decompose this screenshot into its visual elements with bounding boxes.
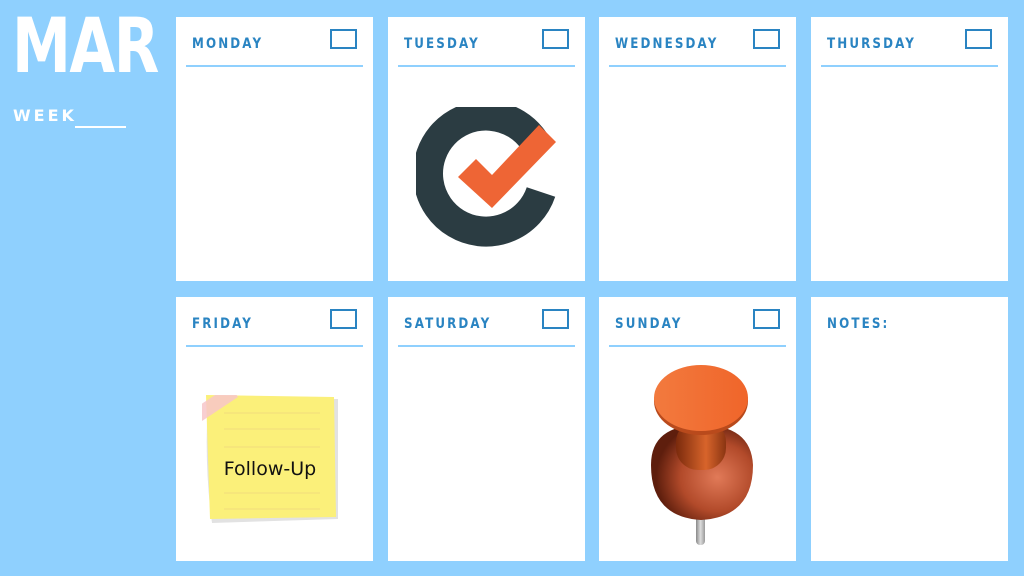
notes-card[interactable]: NOTES: bbox=[811, 297, 1008, 561]
month-title: MAR bbox=[12, 1, 159, 90]
day-label: SUNDAY bbox=[615, 316, 683, 332]
day-checkbox[interactable] bbox=[965, 29, 992, 49]
day-card-friday[interactable]: FRIDAY Follow-Up bbox=[176, 297, 373, 561]
divider bbox=[398, 65, 575, 67]
day-label: WEDNESDAY bbox=[615, 36, 719, 52]
divider bbox=[398, 345, 575, 347]
notes-label: NOTES: bbox=[827, 316, 890, 332]
day-checkbox[interactable] bbox=[753, 309, 780, 329]
day-label: MONDAY bbox=[192, 36, 264, 52]
sticky-note-text: Follow-Up bbox=[223, 458, 317, 480]
divider bbox=[609, 345, 786, 347]
week-number-blank[interactable] bbox=[75, 126, 126, 128]
day-card-wednesday[interactable]: WEDNESDAY bbox=[599, 17, 796, 281]
day-label: THURSDAY bbox=[827, 36, 917, 52]
week-label: WEEK bbox=[13, 106, 77, 125]
divider bbox=[186, 345, 363, 347]
day-card-tuesday[interactable]: TUESDAY bbox=[388, 17, 585, 281]
day-checkbox[interactable] bbox=[330, 309, 357, 329]
divider bbox=[609, 65, 786, 67]
day-checkbox[interactable] bbox=[330, 29, 357, 49]
day-card-sunday[interactable]: SUNDAY bbox=[599, 297, 796, 561]
sticky-note-icon: Follow-Up bbox=[202, 395, 338, 525]
day-checkbox[interactable] bbox=[753, 29, 780, 49]
day-checkbox[interactable] bbox=[542, 29, 569, 49]
day-checkbox[interactable] bbox=[542, 309, 569, 329]
divider bbox=[186, 65, 363, 67]
day-card-thursday[interactable]: THURSDAY bbox=[811, 17, 1008, 281]
divider bbox=[821, 65, 998, 67]
day-label: SATURDAY bbox=[404, 316, 492, 332]
day-label: TUESDAY bbox=[404, 36, 480, 52]
checkmark-circle-icon bbox=[416, 107, 556, 247]
push-pin-icon bbox=[651, 365, 753, 545]
day-card-saturday[interactable]: SATURDAY bbox=[388, 297, 585, 561]
day-card-monday[interactable]: MONDAY bbox=[176, 17, 373, 281]
day-label: FRIDAY bbox=[192, 316, 254, 332]
